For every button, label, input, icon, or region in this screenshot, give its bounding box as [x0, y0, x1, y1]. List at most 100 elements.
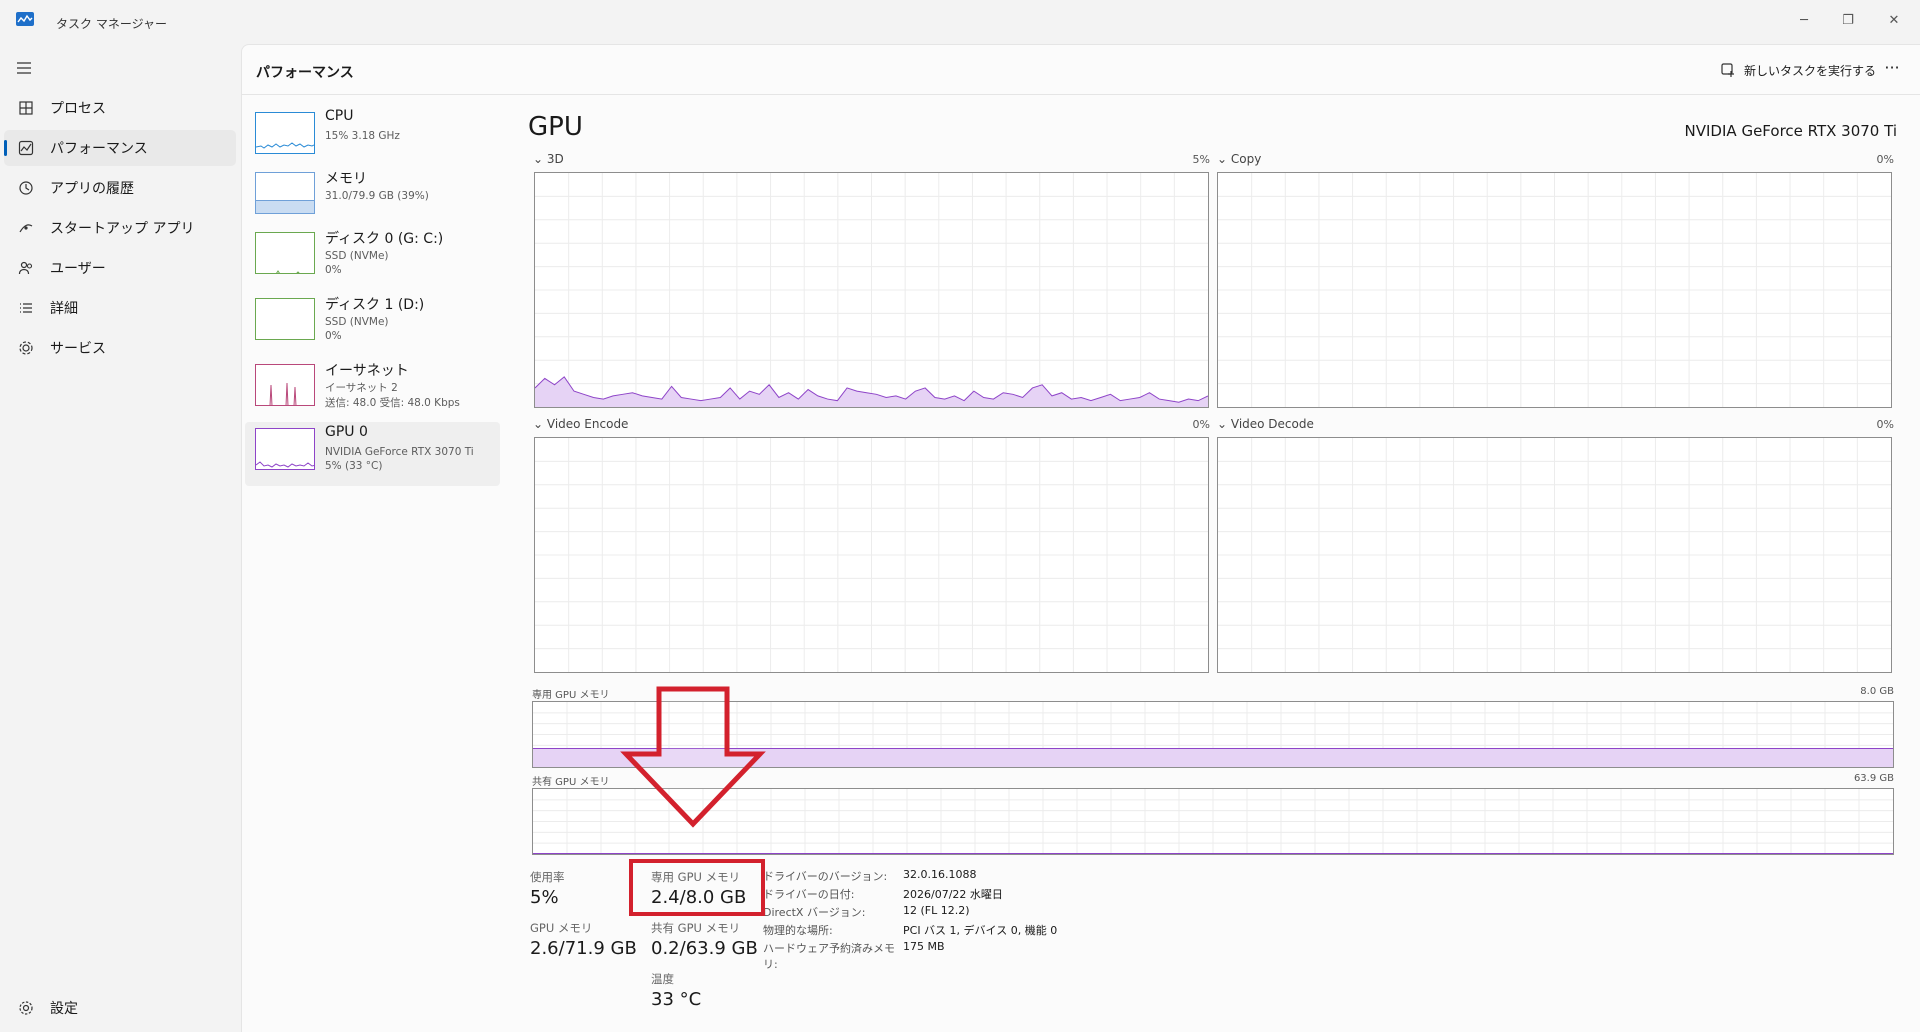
- shared-memory-label: 共有 GPU メモリ: [532, 777, 610, 788]
- hamburger-menu-icon[interactable]: [14, 58, 34, 78]
- nav-item-details[interactable]: 詳細: [4, 290, 236, 326]
- info-row: 物理的な場所: PCI バス 1, デバイス 0, 機能 0: [763, 922, 1063, 940]
- resource-disk-1[interactable]: ディスク 1 (D:) SSD (NVMe) 0%: [245, 292, 500, 356]
- page-title: パフォーマンス: [256, 65, 354, 81]
- resource-sub: 31.0/79.9 GB (39%): [325, 190, 429, 202]
- temperature-label: 温度: [651, 972, 674, 986]
- disk1-thumbnail: [255, 298, 315, 340]
- resource-sub: 送信: 48.0 受信: 48.0 Kbps: [325, 397, 460, 409]
- resource-sub: 5% (33 °C): [325, 460, 383, 472]
- nav-label: ユーザー: [50, 261, 106, 277]
- resource-name: ディスク 1 (D:): [325, 297, 425, 313]
- info-key: ハードウェア予約済みメモリ:: [763, 942, 895, 971]
- engine-name: Copy: [1230, 152, 1262, 166]
- info-key: 物理的な場所:: [763, 924, 833, 937]
- new-task-icon: [1721, 63, 1734, 77]
- nav-item-processes[interactable]: プロセス: [4, 90, 236, 126]
- info-row: DirectX バージョン: 12 (FL 12.2): [763, 904, 1063, 922]
- gear-icon: [16, 998, 36, 1018]
- gpu-thumbnail: [255, 428, 315, 470]
- close-button[interactable]: ✕: [1876, 6, 1912, 34]
- task-manager-app-icon: [16, 12, 34, 26]
- more-options-button[interactable]: ···: [1880, 58, 1904, 82]
- nav-label: プロセス: [50, 101, 106, 117]
- resource-disk-0[interactable]: ディスク 0 (G: C:) SSD (NVMe) 0%: [245, 226, 500, 290]
- startup-icon: [16, 218, 36, 238]
- engine-video-decode-percent: 0%: [1876, 418, 1894, 431]
- ethernet-thumbnail: [255, 364, 315, 406]
- engine-3d-label[interactable]: ⌄ 3D: [533, 152, 564, 166]
- dedicated-memory-label: 専用 GPU メモリ: [532, 690, 610, 701]
- gpu-memory-value: 2.6/71.9 GB: [530, 938, 637, 959]
- resource-name: CPU: [325, 108, 354, 124]
- nav-item-settings[interactable]: 設定: [4, 990, 236, 1026]
- resource-gpu-0[interactable]: GPU 0 NVIDIA GeForce RTX 3070 Ti 5% (33 …: [245, 422, 500, 486]
- new-task-button[interactable]: 新しいタスクを実行する: [1720, 58, 1876, 82]
- engine-name: Video Encode: [546, 417, 629, 431]
- info-key: ドライバーの日付:: [763, 888, 855, 901]
- restore-button[interactable]: ❐: [1830, 6, 1866, 34]
- nav-label: 設定: [50, 1001, 78, 1017]
- resource-ethernet[interactable]: イーサネット イーサネット 2 送信: 48.0 受信: 48.0 Kbps: [245, 358, 500, 422]
- details-icon: [16, 298, 36, 318]
- resource-name: ディスク 0 (G: C:): [325, 231, 444, 247]
- annotation-highlight-box: [629, 859, 765, 916]
- new-task-label: 新しいタスクを実行する: [1744, 63, 1877, 78]
- engine-name: 3D: [546, 152, 564, 166]
- engine-video-encode-percent: 0%: [1192, 418, 1210, 431]
- resource-sub: 0%: [325, 330, 342, 342]
- processes-icon: [16, 98, 36, 118]
- resource-memory[interactable]: メモリ 31.0/79.9 GB (39%): [245, 166, 500, 230]
- services-icon: [16, 338, 36, 358]
- usage-label: 使用率: [530, 870, 565, 884]
- driver-info: ドライバーのバージョン: 32.0.16.1088 ドライバーの日付: 2026/0…: [763, 868, 1063, 971]
- resource-sub: SSD (NVMe): [325, 316, 389, 328]
- info-key: DirectX バージョン:: [763, 906, 866, 919]
- nav-item-performance[interactable]: パフォーマンス: [4, 130, 236, 166]
- performance-icon: [16, 138, 36, 158]
- cpu-thumbnail: [255, 112, 315, 154]
- annotation-arrow-icon: [620, 686, 766, 828]
- info-value: 2026/07/22 水曜日: [903, 888, 1003, 901]
- resource-cpu[interactable]: CPU 15% 3.18 GHz: [245, 106, 500, 170]
- engine-video-decode-label[interactable]: ⌄ Video Decode: [1217, 417, 1314, 431]
- nav-item-users[interactable]: ユーザー: [4, 250, 236, 286]
- engine-copy-percent: 0%: [1876, 153, 1894, 166]
- resource-name: イーサネット: [325, 363, 409, 379]
- resource-name: メモリ: [325, 171, 367, 187]
- nav-item-app-history[interactable]: アプリの履歴: [4, 170, 236, 206]
- shared-memory-fill: [533, 853, 1893, 854]
- users-icon: [16, 258, 36, 278]
- nav-label: パフォーマンス: [50, 141, 148, 157]
- window-title: タスク マネージャー: [56, 17, 167, 31]
- info-value: 32.0.16.1088: [903, 868, 977, 881]
- resource-sub: 0%: [325, 264, 342, 276]
- nav-label: スタートアップ アプリ: [50, 221, 195, 237]
- info-value: PCI バス 1, デバイス 0, 機能 0: [903, 924, 1058, 937]
- info-row: ドライバーの日付: 2026/07/22 水曜日: [763, 886, 1063, 904]
- shared-memory-max: 63.9 GB: [1853, 773, 1894, 784]
- resource-sub: SSD (NVMe): [325, 250, 389, 262]
- resource-name: GPU 0: [325, 424, 368, 440]
- info-value: 175 MB: [903, 940, 945, 953]
- nav-item-startup-apps[interactable]: スタートアップ アプリ: [4, 210, 236, 246]
- engine-name: Video Decode: [1230, 417, 1314, 431]
- nav-item-services[interactable]: サービス: [4, 330, 236, 366]
- nav-label: 詳細: [50, 301, 78, 317]
- engine-copy-label[interactable]: ⌄ Copy: [1217, 152, 1261, 166]
- minimize-button[interactable]: ─: [1786, 6, 1822, 34]
- title-bar: [0, 0, 1920, 44]
- info-value: 12 (FL 12.2): [903, 904, 970, 917]
- gpu-model: NVIDIA GeForce RTX 3070 Ti: [1684, 122, 1897, 140]
- info-row: ハードウェア予約済みメモリ: 175 MB: [763, 940, 1063, 971]
- engine-3d-graph: [534, 172, 1209, 408]
- history-icon: [16, 178, 36, 198]
- engine-video-encode-label[interactable]: ⌄ Video Encode: [533, 417, 628, 431]
- nav-label: アプリの履歴: [50, 181, 134, 197]
- shared-stat-label: 共有 GPU メモリ: [651, 921, 741, 935]
- resource-sub: NVIDIA GeForce RTX 3070 Ti: [325, 446, 474, 458]
- page-header: [241, 45, 1920, 95]
- shared-stat-value: 0.2/63.9 GB: [651, 938, 758, 959]
- engine-video-decode-graph: [1217, 437, 1892, 673]
- nav-label: サービス: [50, 341, 106, 357]
